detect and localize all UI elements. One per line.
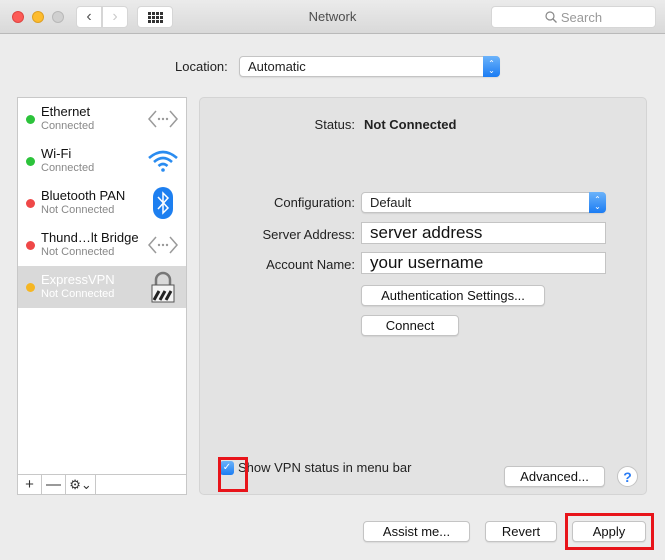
show-vpn-status-label[interactable]: Show VPN status in menu bar [238,460,411,475]
location-value: Automatic [248,59,306,74]
checkmark-icon: ✓ [222,462,232,473]
grid-icon [147,11,163,23]
service-state: Not Connected [41,246,115,258]
status-dot [26,157,35,166]
connect-button[interactable]: Connect [361,315,459,336]
service-item-ethernet[interactable]: Ethernet Connected [18,98,186,140]
status-dot [26,241,35,250]
service-name: ExpressVPN [41,272,115,287]
service-item-thunderbolt-bridge[interactable]: Thund…lt Bridge Not Connected [18,224,186,266]
updown-arrows-icon: ⌃ ⌄ [589,192,606,213]
vpn-lock-icon [146,271,180,303]
configuration-value: Default [370,195,412,210]
title-bar: ‹ › Network Search [0,0,665,34]
status-dot [26,283,35,292]
service-list-toolbar: + — ⚙⌄ [18,474,186,494]
service-list: Ethernet Connected Wi-Fi Connected Bluet… [17,97,187,495]
search-icon [545,11,557,23]
account-name-field[interactable]: your username [361,252,606,274]
configuration-popup[interactable]: Default ⌃ ⌄ [361,192,606,213]
assist-me-button[interactable]: Assist me... [363,521,470,542]
back-button[interactable]: ‹ [76,6,102,28]
search-placeholder: Search [560,9,603,25]
service-state: Connected [41,162,95,174]
search-field[interactable]: Search [491,6,656,28]
service-name: Wi-Fi [41,146,72,161]
server-address-label: Server Address: [262,227,356,242]
show-vpn-status-option: ✓ Show VPN status in menu bar [220,460,411,475]
service-item-bluetooth-pan[interactable]: Bluetooth PAN Not Connected [18,182,186,224]
question-icon: ? [623,468,632,485]
help-button[interactable]: ? [617,466,638,487]
server-address-field[interactable]: server address [361,222,606,244]
gear-icon: ⚙⌄ [69,476,92,492]
location-label: Location: [175,59,228,74]
updown-arrows-icon: ⌃ ⌄ [483,56,500,77]
status-dot [26,199,35,208]
status-dot [26,115,35,124]
bluetooth-icon [146,187,180,219]
service-state: Not Connected [41,288,115,300]
zoom-window-button[interactable] [52,11,64,23]
forward-button[interactable]: › [102,6,128,28]
show-vpn-status-checkbox[interactable]: ✓ [220,460,234,475]
show-all-button[interactable] [137,6,173,28]
service-state: Connected [41,120,95,132]
authentication-settings-button[interactable]: Authentication Settings... [361,285,545,306]
chevron-left-icon: ‹ [86,8,92,25]
ethernet-icon [146,229,180,261]
service-name: Thund…lt Bridge [41,230,139,245]
chevron-right-icon: › [112,8,118,25]
ethernet-icon [146,103,180,135]
account-name-label: Account Name: [266,257,355,272]
status-value: Not Connected [364,117,457,132]
add-service-button[interactable]: + [18,475,42,494]
revert-button[interactable]: Revert [485,521,557,542]
action-menu-button[interactable]: ⚙⌄ [66,475,96,494]
apply-button[interactable]: Apply [572,521,646,542]
close-window-button[interactable] [12,11,24,23]
service-item-expressvpn[interactable]: ExpressVPN Not Connected [18,266,186,308]
status-label: Status: [314,117,355,132]
remove-service-button[interactable]: — [42,475,66,494]
service-detail-panel: Status: Not Connected Configuration: Def… [199,97,647,495]
minimize-window-button[interactable] [32,11,44,23]
service-state: Not Connected [41,204,115,216]
service-name: Ethernet [41,104,91,119]
service-name: Bluetooth PAN [41,188,126,203]
advanced-button[interactable]: Advanced... [504,466,605,487]
service-item-wifi[interactable]: Wi-Fi Connected [18,140,186,182]
wifi-icon [146,145,180,177]
location-popup[interactable]: Automatic ⌃ ⌄ [239,56,500,77]
configuration-label: Configuration: [274,195,355,210]
minus-icon: — [46,476,61,493]
plus-icon: + [25,476,34,493]
